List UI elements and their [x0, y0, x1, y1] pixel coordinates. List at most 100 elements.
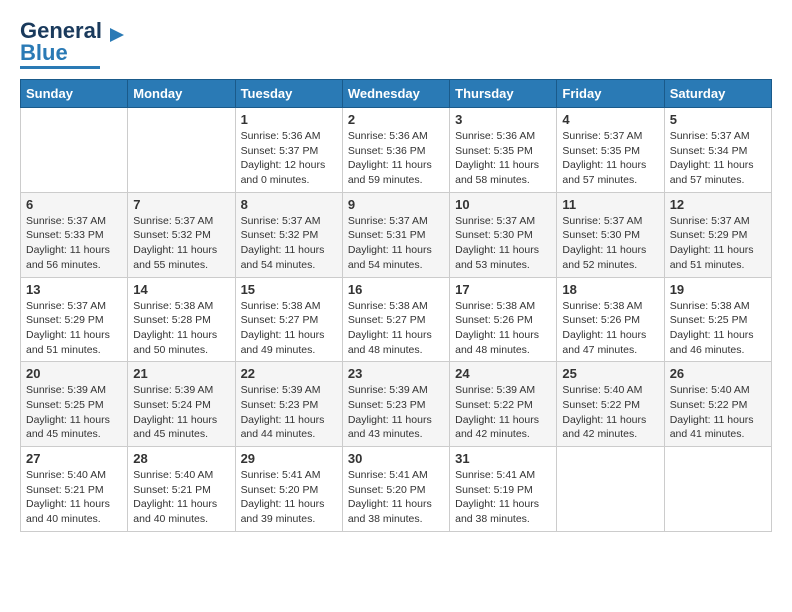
day-number: 23 [348, 366, 444, 381]
day-info: Sunrise: 5:36 AM Sunset: 5:36 PM Dayligh… [348, 129, 444, 188]
day-number: 7 [133, 197, 229, 212]
day-number: 21 [133, 366, 229, 381]
calendar-day-cell: 24 Sunrise: 5:39 AM Sunset: 5:22 PM Dayli… [450, 362, 557, 447]
day-info: Sunrise: 5:37 AM Sunset: 5:29 PM Dayligh… [670, 214, 766, 273]
calendar-header-row: SundayMondayTuesdayWednesdayThursdayFrid… [21, 80, 772, 108]
calendar-day-cell: 15Sunrise: 5:38 AM Sunset: 5:27 PM Dayli… [235, 277, 342, 362]
calendar-day-cell: 29 Sunrise: 5:41 AM Sunset: 5:20 PM Dayli… [235, 447, 342, 532]
day-info: Sunrise: 5:39 AM Sunset: 5:22 PM Dayligh… [455, 383, 551, 442]
calendar-day-cell: 22 Sunrise: 5:39 AM Sunset: 5:23 PM Dayli… [235, 362, 342, 447]
weekday-header: Saturday [664, 80, 771, 108]
calendar-day-cell [557, 447, 664, 532]
day-number: 24 [455, 366, 551, 381]
day-number: 4 [562, 112, 658, 127]
day-info: Sunrise: 5:37 AM Sunset: 5:35 PM Dayligh… [562, 129, 658, 188]
calendar-day-cell: 25 Sunrise: 5:40 AM Sunset: 5:22 PM Dayli… [557, 362, 664, 447]
weekday-header: Thursday [450, 80, 557, 108]
calendar-week-row: 13 Sunrise: 5:37 AM Sunset: 5:29 PM Dayli… [21, 277, 772, 362]
day-info: Sunrise: 5:40 AM Sunset: 5:22 PM Dayligh… [670, 383, 766, 442]
day-number: 13 [26, 282, 122, 297]
day-number: 8 [241, 197, 337, 212]
day-info: Sunrise: 5:37 AM Sunset: 5:30 PM Dayligh… [562, 214, 658, 273]
logo-text: General Blue [20, 20, 102, 64]
calendar-day-cell: 7 Sunrise: 5:37 AM Sunset: 5:32 PM Daylig… [128, 192, 235, 277]
day-info: Sunrise: 5:37 AM Sunset: 5:33 PM Dayligh… [26, 214, 122, 273]
day-info: Sunrise: 5:38 AM Sunset: 5:26 PM Dayligh… [455, 299, 551, 358]
calendar-day-cell: 16 Sunrise: 5:38 AM Sunset: 5:27 PM Dayli… [342, 277, 449, 362]
calendar-day-cell: 17 Sunrise: 5:38 AM Sunset: 5:26 PM Dayli… [450, 277, 557, 362]
calendar-day-cell: 12 Sunrise: 5:37 AM Sunset: 5:29 PM Dayli… [664, 192, 771, 277]
calendar-week-row: 6 Sunrise: 5:37 AM Sunset: 5:33 PM Daylig… [21, 192, 772, 277]
day-info: Sunrise: 5:37 AM Sunset: 5:29 PM Dayligh… [26, 299, 122, 358]
day-number: 20 [26, 366, 122, 381]
day-info: Sunrise: 5:40 AM Sunset: 5:22 PM Dayligh… [562, 383, 658, 442]
day-number: 6 [26, 197, 122, 212]
day-number: 29 [241, 451, 337, 466]
logo-line [20, 66, 100, 69]
weekday-header: Monday [128, 80, 235, 108]
day-info: Sunrise: 5:41 AM Sunset: 5:20 PM Dayligh… [241, 468, 337, 527]
weekday-header: Friday [557, 80, 664, 108]
calendar-day-cell: 21 Sunrise: 5:39 AM Sunset: 5:24 PM Dayli… [128, 362, 235, 447]
day-info: Sunrise: 5:38 AM Sunset: 5:28 PM Dayligh… [133, 299, 229, 358]
calendar-day-cell: 30Sunrise: 5:41 AM Sunset: 5:20 PM Dayli… [342, 447, 449, 532]
calendar-day-cell: 20 Sunrise: 5:39 AM Sunset: 5:25 PM Dayli… [21, 362, 128, 447]
page-header: General Blue [20, 20, 772, 69]
calendar-day-cell: 6 Sunrise: 5:37 AM Sunset: 5:33 PM Daylig… [21, 192, 128, 277]
day-number: 12 [670, 197, 766, 212]
day-number: 27 [26, 451, 122, 466]
calendar-day-cell: 5 Sunrise: 5:37 AM Sunset: 5:34 PM Daylig… [664, 108, 771, 193]
calendar-day-cell: 1 Sunrise: 5:36 AM Sunset: 5:37 PM Daylig… [235, 108, 342, 193]
day-info: Sunrise: 5:37 AM Sunset: 5:30 PM Dayligh… [455, 214, 551, 273]
day-number: 5 [670, 112, 766, 127]
day-info: Sunrise: 5:37 AM Sunset: 5:32 PM Dayligh… [241, 214, 337, 273]
day-info: Sunrise: 5:37 AM Sunset: 5:32 PM Dayligh… [133, 214, 229, 273]
calendar-day-cell: 31 Sunrise: 5:41 AM Sunset: 5:19 PM Dayli… [450, 447, 557, 532]
day-number: 3 [455, 112, 551, 127]
day-info: Sunrise: 5:39 AM Sunset: 5:23 PM Dayligh… [241, 383, 337, 442]
calendar-day-cell: 26 Sunrise: 5:40 AM Sunset: 5:22 PM Dayli… [664, 362, 771, 447]
day-number: 2 [348, 112, 444, 127]
weekday-header: Sunday [21, 80, 128, 108]
day-info: Sunrise: 5:41 AM Sunset: 5:19 PM Dayligh… [455, 468, 551, 527]
calendar-day-cell: 23 Sunrise: 5:39 AM Sunset: 5:23 PM Dayli… [342, 362, 449, 447]
day-number: 1 [241, 112, 337, 127]
weekday-header: Wednesday [342, 80, 449, 108]
day-number: 31 [455, 451, 551, 466]
calendar-day-cell: 4 Sunrise: 5:37 AM Sunset: 5:35 PM Daylig… [557, 108, 664, 193]
day-info: Sunrise: 5:39 AM Sunset: 5:24 PM Dayligh… [133, 383, 229, 442]
day-number: 26 [670, 366, 766, 381]
day-info: Sunrise: 5:40 AM Sunset: 5:21 PM Dayligh… [133, 468, 229, 527]
day-number: 11 [562, 197, 658, 212]
day-info: Sunrise: 5:36 AM Sunset: 5:35 PM Dayligh… [455, 129, 551, 188]
calendar-day-cell [664, 447, 771, 532]
day-info: Sunrise: 5:38 AM Sunset: 5:27 PM Dayligh… [348, 299, 444, 358]
calendar-day-cell: 13 Sunrise: 5:37 AM Sunset: 5:29 PM Dayli… [21, 277, 128, 362]
day-number: 16 [348, 282, 444, 297]
day-info: Sunrise: 5:39 AM Sunset: 5:25 PM Dayligh… [26, 383, 122, 442]
day-info: Sunrise: 5:39 AM Sunset: 5:23 PM Dayligh… [348, 383, 444, 442]
day-number: 17 [455, 282, 551, 297]
calendar-table: SundayMondayTuesdayWednesdayThursdayFrid… [20, 79, 772, 532]
calendar-day-cell: 18Sunrise: 5:38 AM Sunset: 5:26 PM Dayli… [557, 277, 664, 362]
calendar-day-cell: 14 Sunrise: 5:38 AM Sunset: 5:28 PM Dayli… [128, 277, 235, 362]
day-number: 9 [348, 197, 444, 212]
day-info: Sunrise: 5:36 AM Sunset: 5:37 PM Dayligh… [241, 129, 337, 188]
day-info: Sunrise: 5:40 AM Sunset: 5:21 PM Dayligh… [26, 468, 122, 527]
day-info: Sunrise: 5:37 AM Sunset: 5:34 PM Dayligh… [670, 129, 766, 188]
logo-arrow-icon [106, 24, 128, 46]
calendar-day-cell: 2 Sunrise: 5:36 AM Sunset: 5:36 PM Daylig… [342, 108, 449, 193]
day-info: Sunrise: 5:38 AM Sunset: 5:27 PM Dayligh… [241, 299, 337, 358]
calendar-day-cell: 8 Sunrise: 5:37 AM Sunset: 5:32 PM Daylig… [235, 192, 342, 277]
calendar-day-cell: 19Sunrise: 5:38 AM Sunset: 5:25 PM Dayli… [664, 277, 771, 362]
day-number: 14 [133, 282, 229, 297]
day-info: Sunrise: 5:38 AM Sunset: 5:25 PM Dayligh… [670, 299, 766, 358]
weekday-header: Tuesday [235, 80, 342, 108]
day-number: 22 [241, 366, 337, 381]
calendar-day-cell [21, 108, 128, 193]
calendar-day-cell: 11 Sunrise: 5:37 AM Sunset: 5:30 PM Dayli… [557, 192, 664, 277]
logo: General Blue [20, 20, 128, 69]
day-number: 25 [562, 366, 658, 381]
calendar-week-row: 1 Sunrise: 5:36 AM Sunset: 5:37 PM Daylig… [21, 108, 772, 193]
day-number: 18 [562, 282, 658, 297]
